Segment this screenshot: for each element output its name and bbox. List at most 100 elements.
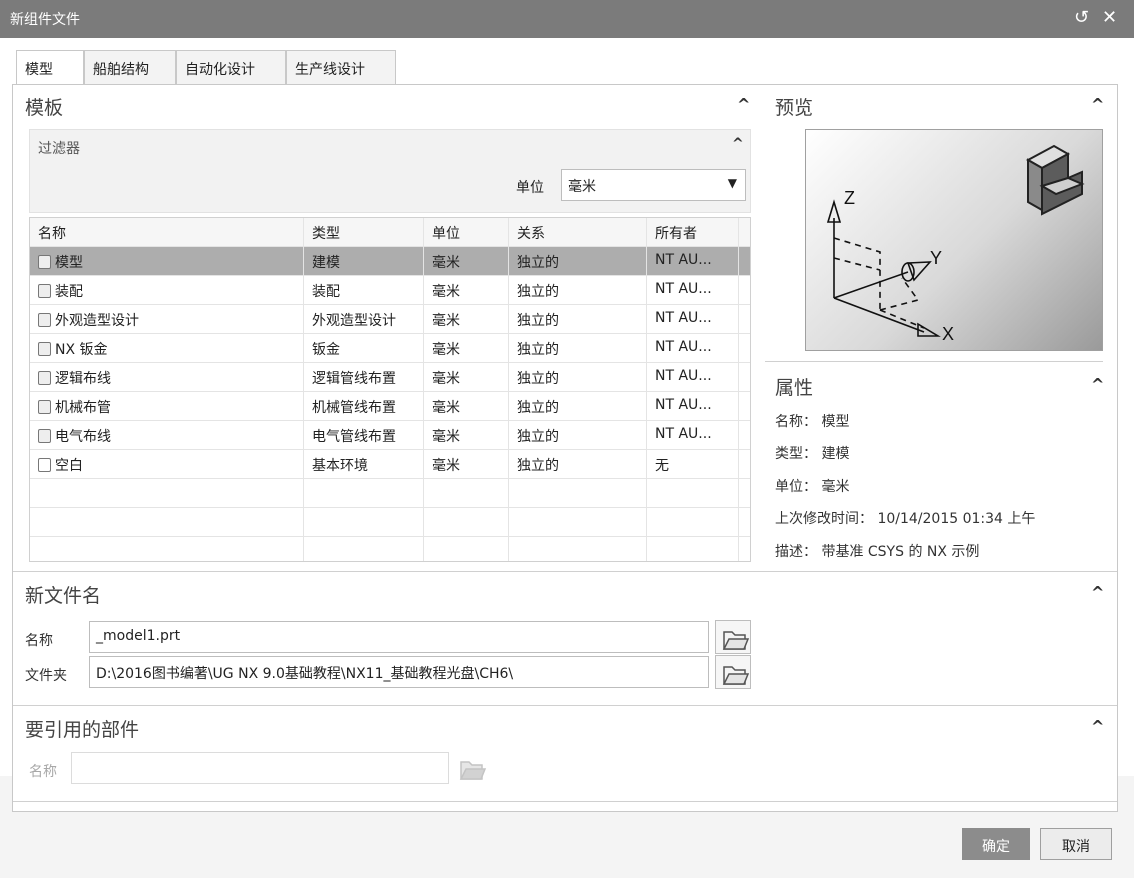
row-relation: 独立的	[509, 305, 647, 334]
folder-icon	[722, 631, 750, 650]
ref-part-name-label: 名称	[29, 764, 57, 780]
empty-cell	[647, 508, 739, 537]
section-divider	[13, 801, 1117, 802]
table-row[interactable]: 外观造型设计 外观造型设计 毫米 独立的 NT AU...	[30, 305, 750, 334]
file-name-label: 名称	[25, 633, 53, 649]
table-row[interactable]: 装配 装配 毫米 独立的 NT AU...	[30, 276, 750, 305]
properties-section-title: 属性	[775, 377, 814, 399]
row-owner: NT AU...	[647, 363, 739, 392]
unit-dropdown-value: 毫米	[568, 179, 596, 195]
folder-icon	[459, 761, 487, 780]
tab-model[interactable]: 模型	[16, 50, 84, 85]
row-name: 机械布管	[55, 400, 111, 416]
table-row[interactable]: 电气布线 电气管线布置 毫米 独立的 NT AU...	[30, 421, 750, 450]
row-spacer	[739, 421, 750, 450]
folder-path-input[interactable]: D:\2016图书编著\UG NX 9.0基础教程\NX11_基础教程光盘\CH…	[89, 656, 709, 688]
close-icon[interactable]: ✕	[1102, 6, 1117, 30]
row-relation: 独立的	[509, 334, 647, 363]
filter-collapse-icon[interactable]: ^	[732, 136, 744, 152]
empty-cell	[509, 537, 647, 561]
tab-production-line-design[interactable]: 生产线设计	[286, 50, 396, 84]
new-file-collapse-icon[interactable]: ^	[1091, 583, 1104, 602]
file-name-input[interactable]: _model1.prt	[89, 621, 709, 653]
table-header: 名称 类型 单位 关系 所有者	[30, 218, 750, 247]
ref-parts-section-title: 要引用的部件	[25, 719, 140, 741]
empty-cell	[424, 508, 509, 537]
empty-cell	[739, 479, 750, 508]
row-unit: 毫米	[424, 450, 509, 479]
row-relation: 独立的	[509, 421, 647, 450]
template-preview-image: Z Y X	[805, 129, 1103, 351]
tab-automation-design[interactable]: 自动化设计	[176, 50, 286, 84]
cancel-button[interactable]: 取消	[1040, 828, 1112, 860]
row-name-cell: 空白	[30, 450, 304, 479]
property-name: 名称： 模型	[775, 414, 850, 430]
row-relation: 独立的	[509, 392, 647, 421]
unit-dropdown[interactable]: 毫米 ▼	[561, 169, 746, 201]
row-spacer	[739, 392, 750, 421]
column-header-owner[interactable]: 所有者	[647, 218, 739, 247]
empty-table-row	[30, 479, 750, 508]
model-template-icon	[38, 255, 51, 269]
filter-title: 过滤器	[38, 141, 80, 157]
window-title: 新组件文件	[10, 12, 80, 28]
browse-file-button[interactable]	[715, 620, 751, 654]
column-header-type[interactable]: 类型	[304, 218, 424, 247]
empty-cell	[647, 537, 739, 561]
folder-icon	[722, 666, 750, 685]
browse-folder-button[interactable]	[715, 655, 751, 689]
column-header-name[interactable]: 名称	[30, 218, 304, 247]
row-name: 模型	[55, 255, 83, 271]
row-name: 电气布线	[55, 429, 111, 445]
row-spacer	[739, 276, 750, 305]
row-unit: 毫米	[424, 305, 509, 334]
row-name-cell: 机械布管	[30, 392, 304, 421]
empty-cell	[509, 508, 647, 537]
row-name: 空白	[55, 458, 83, 474]
row-owner: NT AU...	[647, 334, 739, 363]
tab-ship-structure[interactable]: 船舶结构	[84, 50, 176, 84]
row-type: 装配	[304, 276, 424, 305]
row-unit: 毫米	[424, 421, 509, 450]
ref-parts-collapse-icon[interactable]: ^	[1091, 717, 1104, 736]
template-section-title: 模板	[25, 97, 64, 119]
dialog-body: 模型 船舶结构 自动化设计 生产线设计 模板 ^ 过滤器 ^ 单位 毫米 ▼ 名…	[0, 38, 1134, 878]
row-type: 建模	[304, 247, 424, 276]
empty-cell	[424, 479, 509, 508]
row-unit: 毫米	[424, 392, 509, 421]
shape-studio-template-icon	[38, 313, 51, 327]
ref-part-name-input[interactable]	[71, 752, 449, 784]
table-row[interactable]: 模型 建模 毫米 独立的 NT AU...	[30, 247, 750, 276]
title-bar: 新组件文件 ↺ ✕	[0, 0, 1134, 38]
table-row[interactable]: 机械布管 机械管线布置 毫米 独立的 NT AU...	[30, 392, 750, 421]
empty-cell	[30, 479, 304, 508]
section-divider	[13, 571, 1117, 572]
column-header-relation[interactable]: 关系	[509, 218, 647, 247]
row-name-cell: 逻辑布线	[30, 363, 304, 392]
row-spacer	[739, 450, 750, 479]
properties-collapse-icon[interactable]: ^	[1091, 375, 1104, 394]
empty-cell	[647, 479, 739, 508]
row-name: 装配	[55, 284, 83, 300]
new-file-section-title: 新文件名	[25, 585, 102, 607]
empty-cell	[739, 537, 750, 561]
table-row[interactable]: 逻辑布线 逻辑管线布置 毫米 独立的 NT AU...	[30, 363, 750, 392]
row-spacer	[739, 305, 750, 334]
property-modified: 上次修改时间： 10/14/2015 01:34 上午	[775, 511, 1036, 527]
row-unit: 毫米	[424, 247, 509, 276]
browse-ref-part-button[interactable]	[453, 751, 489, 785]
row-type: 外观造型设计	[304, 305, 424, 334]
filter-panel: 过滤器 ^ 单位 毫米 ▼	[29, 129, 751, 213]
row-type: 机械管线布置	[304, 392, 424, 421]
ok-button[interactable]: 确定	[962, 828, 1030, 860]
preview-collapse-icon[interactable]: ^	[1091, 95, 1104, 114]
template-collapse-icon[interactable]: ^	[737, 95, 750, 114]
properties-divider	[765, 361, 1103, 362]
empty-cell	[304, 508, 424, 537]
property-unit: 单位： 毫米	[775, 479, 850, 495]
table-row[interactable]: 空白 基本环境 毫米 独立的 无	[30, 450, 750, 479]
table-row[interactable]: NX 钣金 钣金 毫米 独立的 NT AU...	[30, 334, 750, 363]
column-header-unit[interactable]: 单位	[424, 218, 509, 247]
reset-icon[interactable]: ↺	[1074, 6, 1089, 30]
empty-cell	[424, 537, 509, 561]
